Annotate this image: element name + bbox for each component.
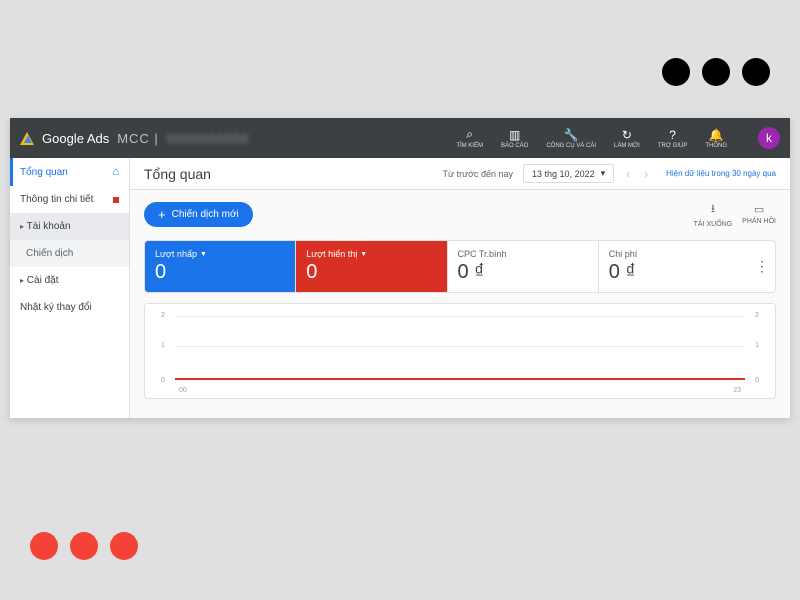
top-action-4[interactable]: ?TRỢ GIÚP [653,128,692,149]
action-row: + Chiến dịch mới ⭳ TẢI XUỐNG ▭ PHẢN HỒI [144,200,776,228]
y-tick-right-1: 1 [755,342,759,349]
chevron-down-icon: ▼ [200,251,207,258]
date-picker-value: 13 thg 10, 2022 [532,169,595,179]
decorative-dots-bottom [30,532,138,560]
top-action-icon: ↻ [622,128,632,142]
date-picker[interactable]: 13 thg 10, 2022 ▾ [523,164,614,183]
y-tick-right-0: 0 [755,377,759,384]
sidebar-item-label: Thông tin chi tiết [20,194,93,205]
top-action-icon: 🔧 [564,128,579,142]
home-icon: ⌂ [112,166,119,178]
sidebar-item-label: ▸ Cài đặt [20,275,58,286]
top-action-label: BÁO CÁO [501,143,528,149]
account-id: 0000000000 [167,131,249,146]
chevron-right-icon: ▸ [20,222,24,231]
top-action-label: TRỢ GIÚP [658,143,687,149]
new-campaign-button[interactable]: + Chiến dịch mới [144,202,253,227]
top-action-1[interactable]: ▥BÁO CÁO [496,128,533,149]
metric-value: 0 ₫ [609,261,739,284]
download-label: TẢI XUỐNG [694,221,733,228]
google-ads-logo-icon [20,132,34,145]
top-action-label: THÔNG [705,143,727,149]
y-tick-left-0: 0 [161,377,165,384]
metric-card-2[interactable]: CPC Tr.bình 0 ₫ [448,241,599,292]
top-action-icon: ? [669,128,676,142]
date-next-button[interactable]: › [642,167,650,181]
main-area: Tổng quan Từ trước đến nay 13 thg 10, 20… [130,158,790,418]
sidebar-item-label: Nhật ký thay đổi [20,302,92,313]
y-tick-right-2: 2 [755,312,759,319]
feedback-button[interactable]: ▭ PHẢN HỒI [742,203,776,225]
metric-card-0[interactable]: Lượt nhấp ▼ 0 [145,241,296,292]
chevron-down-icon: ▾ [601,168,606,179]
top-action-label: CÔNG CỤ VÀ CÀI [546,143,596,149]
top-action-2[interactable]: 🔧CÔNG CỤ VÀ CÀI [541,128,601,149]
sidebar-item-0[interactable]: Tổng quan ⌂ [10,158,129,186]
sidebar-item-4[interactable]: ▸ Cài đặt [10,267,129,294]
download-button[interactable]: ⭳ TẢI XUỐNG [694,200,733,228]
y-tick-left-2: 2 [161,312,165,319]
show-30-days-link[interactable]: Hiện dữ liệu trong 30 ngày qua [666,169,776,178]
sidebar-item-label: ▸ Tài khoản [20,221,71,232]
metric-label: Chi phí [609,249,739,259]
top-action-icon: ⌕ [466,127,473,142]
sidebar-item-2[interactable]: ▸ Tài khoản [10,213,129,240]
sidebar-item-label: Tổng quan [20,167,68,178]
google-ads-app: Google Ads MCC | 0000000000 ⌕TÌM KIẾM ▥BÁ… [10,118,790,418]
brand-name: Google Ads [42,131,109,146]
chart: 2 2 1 1 0 0 00 23 [144,303,776,399]
top-bar: Google Ads MCC | 0000000000 ⌕TÌM KIẾM ▥BÁ… [10,118,790,158]
sidebar-item-1[interactable]: Thông tin chi tiết [10,186,129,213]
y-tick-left-1: 1 [161,342,165,349]
top-action-label: LÀM MỚI [614,143,640,149]
sidebar-item-label: Chiến dịch [26,248,73,259]
feedback-label: PHẢN HỒI [742,218,776,225]
metric-label: Lượt nhấp ▼ [155,249,285,259]
plus-icon: + [158,208,166,221]
sidebar-item-3[interactable]: Chiến dịch [10,240,129,267]
download-icon: ⭳ [711,200,715,219]
page-title: Tổng quan [144,166,433,182]
metric-value: 0 [155,261,285,284]
main-header: Tổng quan Từ trước đến nay 13 thg 10, 20… [130,158,790,190]
top-action-icon: 🔔 [709,128,724,142]
top-action-icon: ▥ [509,128,520,142]
sidebar: Tổng quan ⌂ Thông tin chi tiết ▸ Tài khoản C… [10,158,130,418]
new-campaign-label: Chiến dịch mới [172,209,239,220]
metric-value: 0 ₫ [458,261,588,284]
x-tick-end: 23 [733,387,741,394]
metric-card-1[interactable]: Lượt hiển thị ▼ 0 [296,241,447,292]
cards-more-button[interactable]: ⋮ [749,241,775,292]
date-prev-button[interactable]: ‹ [624,167,632,181]
metric-label: CPC Tr.bình [458,249,588,259]
metric-cards: Lượt nhấp ▼ 0 Lượt hiển thị ▼ 0 CPC Tr.bình … [144,240,776,293]
sidebar-item-5[interactable]: Nhật ký thay đổi [10,294,129,321]
account-label[interactable]: MCC | [117,131,159,146]
badge-icon [113,197,119,203]
chevron-down-icon: ▼ [360,251,367,258]
metric-card-3[interactable]: Chi phí 0 ₫ [599,241,749,292]
feedback-icon: ▭ [754,203,764,216]
user-avatar[interactable]: k [758,127,780,149]
decorative-dots-top [662,58,770,86]
date-range-label: Từ trước đến nay [443,169,513,179]
x-tick-start: 00 [179,387,187,394]
chevron-right-icon: ▸ [20,276,24,285]
metric-value: 0 [306,261,436,284]
top-action-5[interactable]: 🔔THÔNG [700,128,732,149]
top-action-0[interactable]: ⌕TÌM KIẾM [451,127,488,149]
metric-label: Lượt hiển thị ▼ [306,249,436,259]
top-action-3[interactable]: ↻LÀM MỚI [609,128,645,149]
top-action-label: TÌM KIẾM [456,143,483,149]
series-line-impressions [175,378,745,380]
